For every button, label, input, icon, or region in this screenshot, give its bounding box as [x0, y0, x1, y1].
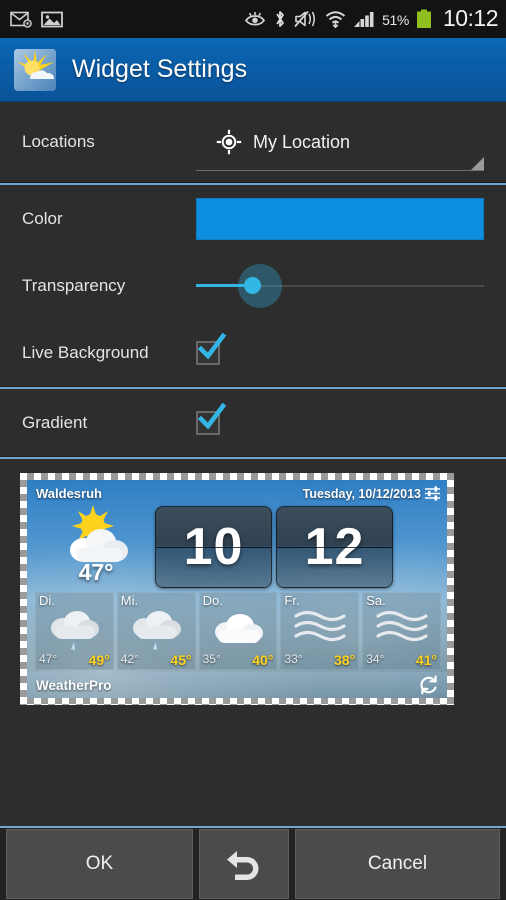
gallery-icon — [41, 11, 63, 27]
mail-icon — [10, 11, 32, 28]
widget-current-temp: 47° — [78, 559, 114, 585]
forecast-temps: 34° 41° — [362, 652, 441, 668]
widget-forecast-row: Di. 47° 49° Mi. 42° 45° Do. 35° 40° Fr. … — [27, 588, 447, 670]
app-header: Widget Settings — [0, 38, 506, 102]
transparency-label: Transparency — [22, 275, 126, 295]
status-bar-indicators: 51% 10:12 — [244, 4, 499, 33]
forecast-low: 34° — [366, 652, 385, 666]
settings-row-locations[interactable]: Locations My Location — [0, 102, 506, 182]
settings-row-live-background[interactable]: Live Background — [0, 319, 506, 386]
bluetooth-icon — [276, 11, 285, 27]
sound-muted-icon — [294, 10, 316, 28]
widget-flip-clock: 10 12 — [155, 506, 393, 588]
forecast-low: 42° — [120, 652, 139, 666]
locations-value: My Location — [253, 131, 351, 152]
spinner-underline — [196, 170, 484, 171]
forecast-temps: 42° 45° — [117, 652, 196, 668]
gradient-label: Gradient — [22, 412, 88, 432]
status-bar-notifications — [10, 11, 63, 28]
battery-percent-label: 51% — [382, 12, 409, 28]
ok-button[interactable]: OK — [6, 829, 193, 899]
clock-card-minutes: 12 — [276, 506, 393, 588]
checkmark-icon — [197, 332, 226, 360]
refresh-icon[interactable] — [419, 675, 439, 695]
forecast-low: 35° — [202, 652, 221, 666]
forecast-high: 38° — [334, 652, 356, 668]
widget-settings-sliders-icon[interactable] — [424, 485, 441, 502]
forecast-high: 40° — [252, 652, 274, 668]
sun-behind-cloud-icon — [70, 505, 128, 562]
clock-hours: 10 — [183, 518, 244, 576]
widget-footer: WeatherPro — [27, 672, 447, 698]
forecast-low: 47° — [39, 652, 58, 666]
dialog-button-bar: OK Cancel — [0, 826, 506, 900]
forecast-day: Sa. 34° 41° — [362, 592, 441, 670]
widget-date: Tuesday, 10/12/2013 — [302, 486, 421, 501]
checkmark-icon — [197, 402, 226, 430]
forecast-day: Do. 35° 40° — [198, 592, 278, 670]
rain-cloud-icon — [117, 606, 196, 652]
page-title: Widget Settings — [72, 55, 248, 83]
undo-arrow-icon — [227, 851, 259, 880]
settings-row-transparency[interactable]: Transparency — [0, 252, 506, 319]
gps-target-icon — [216, 129, 242, 155]
rain-cloud-icon — [35, 606, 114, 652]
cellular-signal-icon — [354, 12, 374, 27]
forecast-day: Mi. 42° 45° — [116, 592, 196, 670]
transparency-slider[interactable] — [196, 263, 484, 308]
forecast-high: 45° — [170, 652, 192, 668]
locations-spinner[interactable]: My Location — [196, 113, 484, 171]
fog-icon — [362, 606, 441, 646]
battery-icon — [416, 9, 431, 28]
color-label: Color — [22, 208, 63, 228]
forecast-high: 49° — [88, 652, 110, 668]
widget-settings-screen: 51% 10:12 Widget Settings Locations My L… — [0, 0, 506, 900]
live-background-checkbox[interactable] — [196, 332, 226, 365]
widget-top-bar: Waldesruh Tuesday, 10/12/2013 — [27, 480, 447, 502]
live-background-label: Live Background — [22, 342, 149, 362]
clock-minutes: 12 — [304, 518, 365, 576]
settings-row-color[interactable]: Color — [0, 185, 506, 252]
forecast-temps: 47° 49° — [35, 652, 114, 668]
widget-brand: WeatherPro — [36, 677, 112, 693]
locations-label: Locations — [22, 132, 95, 151]
forecast-day: Fr. 33° 38° — [280, 592, 360, 670]
undo-button[interactable] — [199, 829, 289, 899]
widget-city: Waldesruh — [36, 486, 102, 501]
status-bar-clock: 10:12 — [442, 4, 499, 31]
weather-widget-preview[interactable]: Waldesruh Tuesday, 10/12/2013 47° 10 12 … — [27, 480, 447, 698]
slider-thumb[interactable] — [243, 277, 261, 294]
forecast-low: 33° — [284, 652, 303, 666]
wifi-icon — [325, 11, 346, 28]
forecast-day: Di. 47° 49° — [35, 592, 114, 670]
widget-middle: 47° 10 12 — [27, 502, 447, 588]
cloud-icon — [199, 606, 278, 652]
forecast-high: 41° — [415, 652, 437, 668]
clock-card-hours: 10 — [155, 506, 272, 588]
forecast-temps: 33° 38° — [280, 652, 359, 668]
cancel-button[interactable]: Cancel — [295, 829, 500, 899]
settings-row-gradient[interactable]: Gradient — [0, 389, 506, 456]
smart-stay-eye-icon — [245, 12, 266, 26]
fog-icon — [280, 606, 359, 646]
widget-current-conditions: 47° — [37, 502, 155, 586]
forecast-temps: 35° 40° — [199, 652, 278, 668]
status-bar: 51% 10:12 — [0, 0, 506, 38]
dropdown-caret-icon[interactable] — [471, 157, 484, 170]
gradient-checkbox[interactable] — [196, 402, 226, 435]
weather-app-icon — [14, 48, 56, 91]
widget-preview-zone: Waldesruh Tuesday, 10/12/2013 47° 10 12 … — [0, 459, 506, 705]
transparency-checkerboard: Waldesruh Tuesday, 10/12/2013 47° 10 12 … — [20, 473, 454, 705]
color-swatch-button[interactable] — [196, 197, 484, 240]
